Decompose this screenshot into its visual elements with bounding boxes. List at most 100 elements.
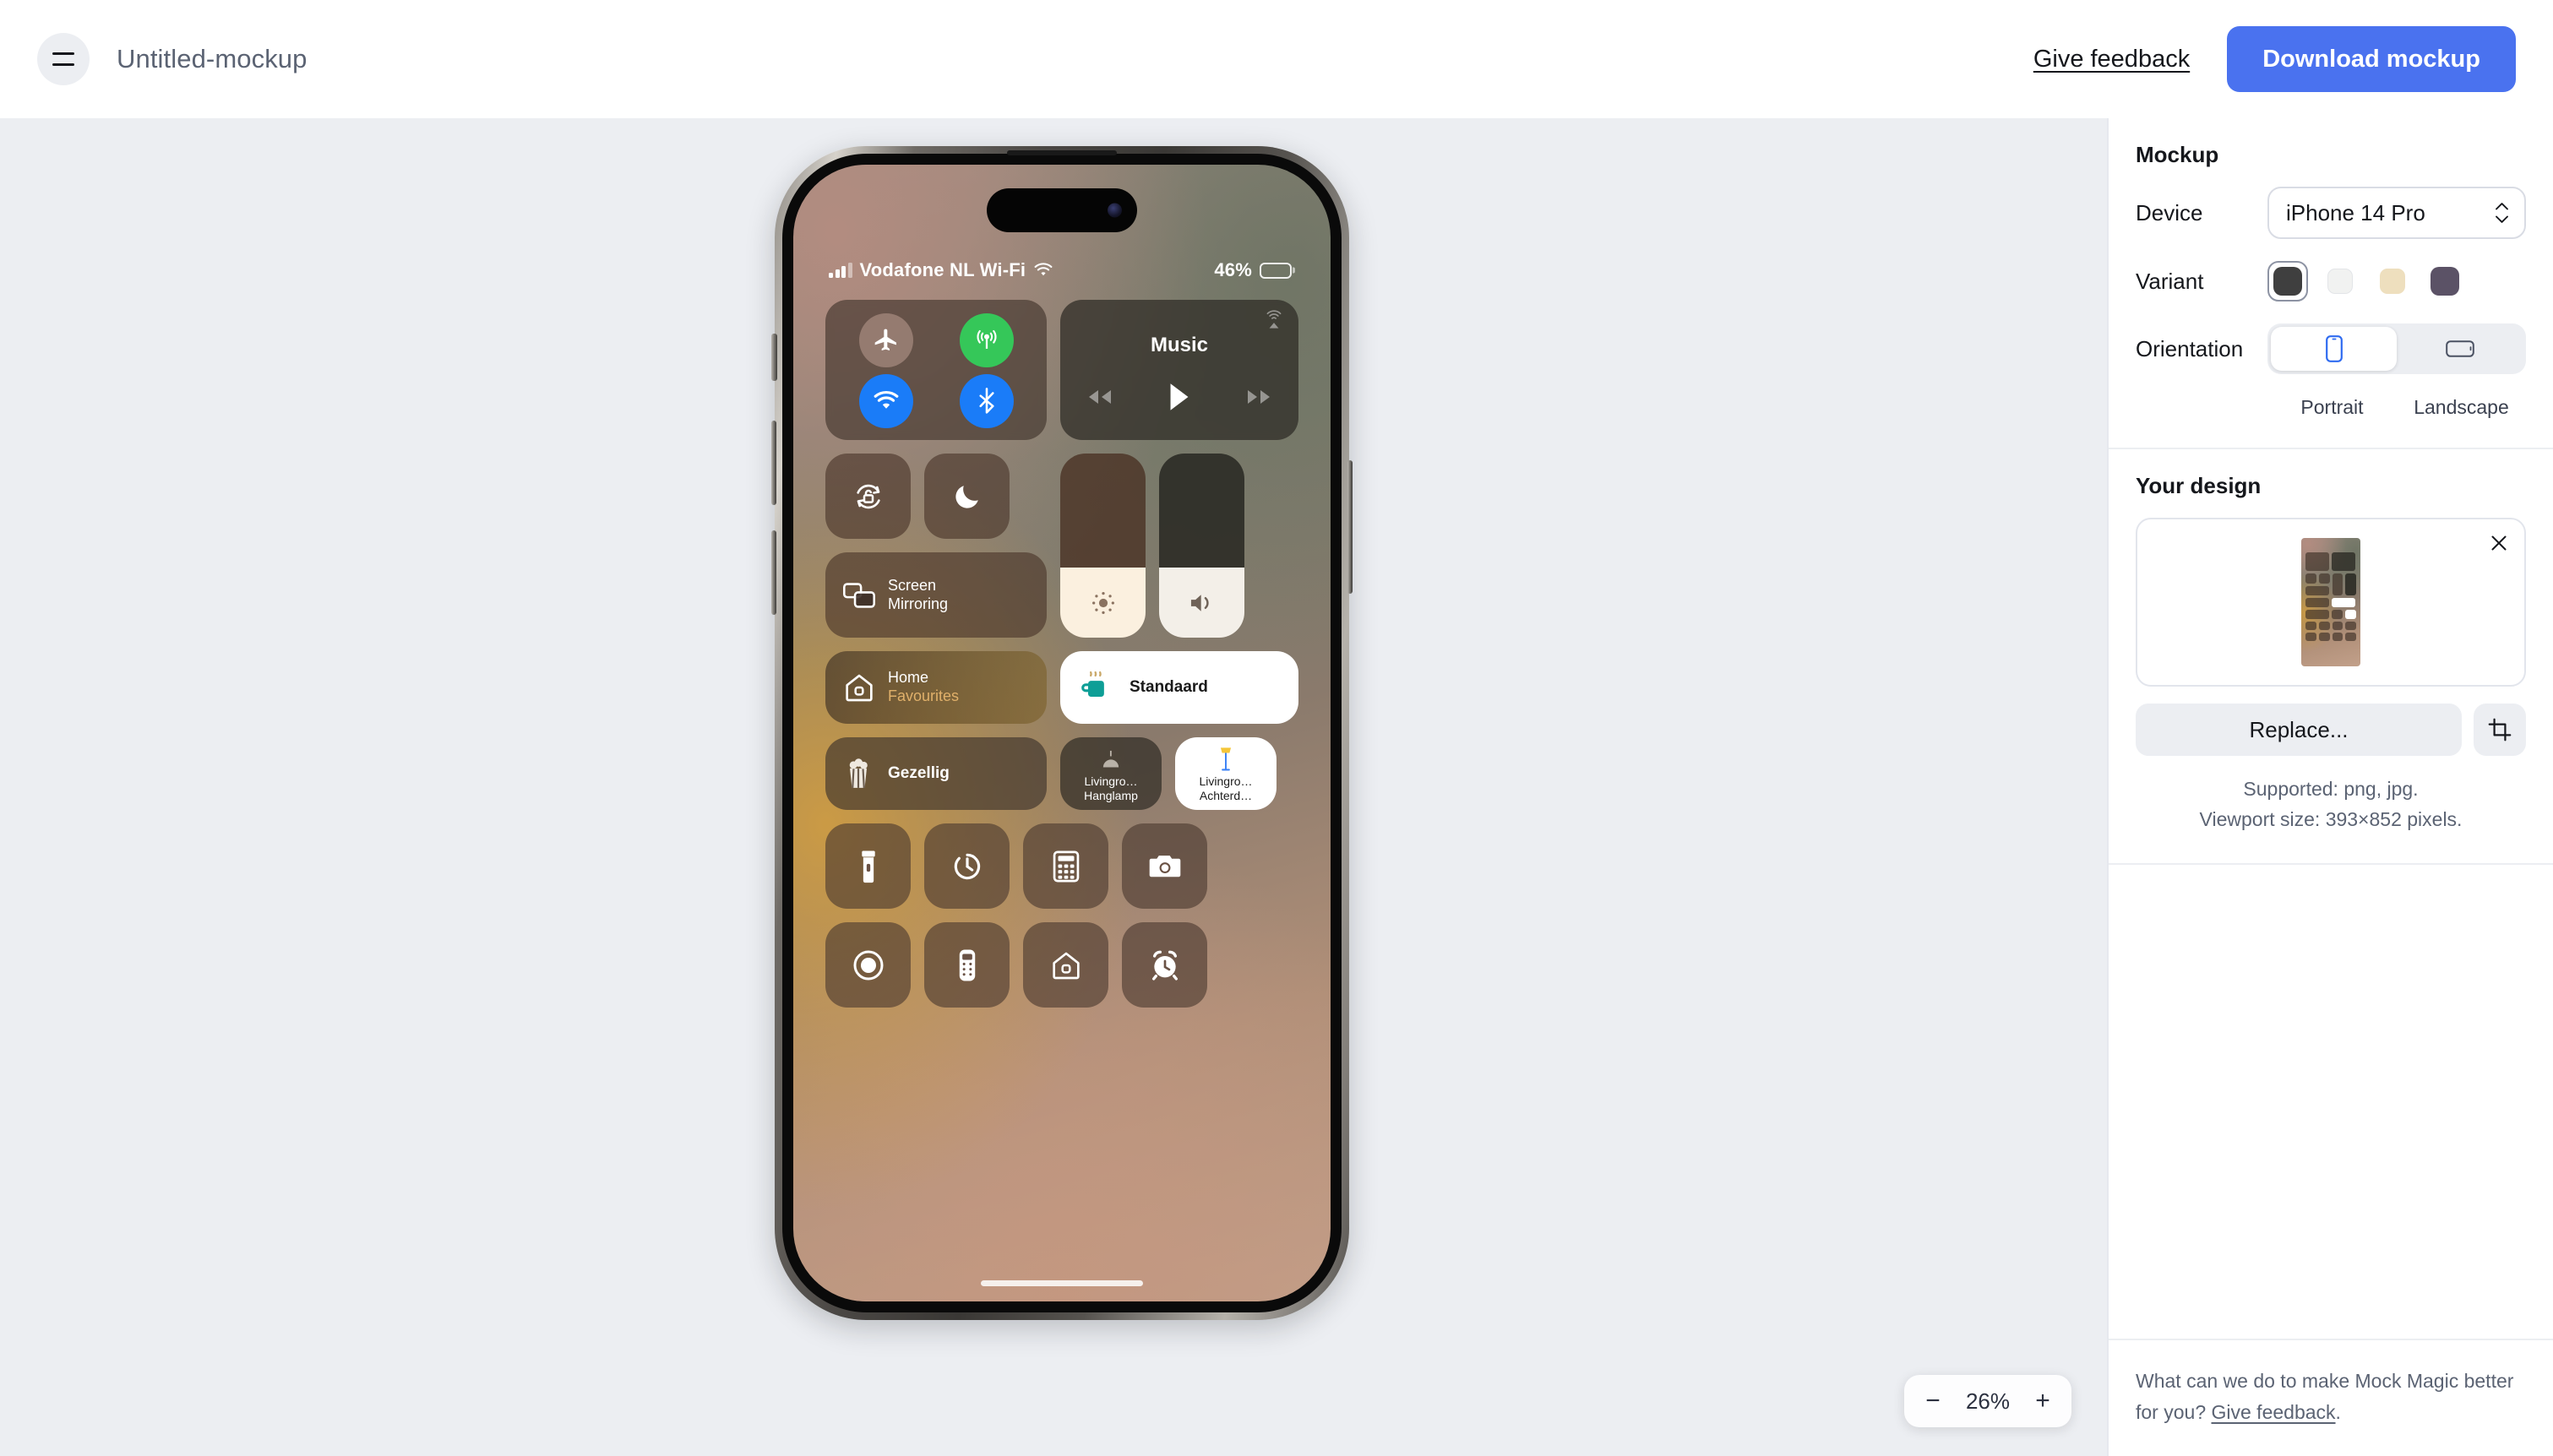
- battery-icon: [1260, 262, 1292, 279]
- hanglamp-line1: Livingro…: [1084, 774, 1138, 789]
- crop-icon: [2488, 718, 2512, 742]
- cellular-data-toggle[interactable]: [959, 313, 1014, 367]
- alarm-clock-icon: [1151, 950, 1178, 981]
- flashlight-button[interactable]: [825, 823, 911, 909]
- record-circle-icon: [852, 949, 884, 981]
- livingroom-hanglamp-tile[interactable]: Livingro… Hanglamp: [1060, 737, 1162, 810]
- device-field: Device iPhone 14 Pro: [2136, 187, 2526, 239]
- alarm-button[interactable]: [1122, 922, 1207, 1008]
- phone-mockup[interactable]: Vodafone NL Wi-Fi 46% Music Screen Mirro…: [771, 146, 1353, 1320]
- orientation-portrait-label: Portrait: [2300, 396, 2364, 418]
- design-preview-box[interactable]: [2136, 518, 2526, 687]
- footer-period: .: [2335, 1400, 2341, 1423]
- brightness-fill: [1060, 568, 1146, 638]
- fast-forward-icon[interactable]: [1246, 388, 1271, 406]
- zoom-out-button[interactable]: −: [1914, 1383, 1951, 1420]
- orientation-labels: Portrait Landscape: [2136, 396, 2526, 419]
- home-favourites-label: Home Favourites: [888, 669, 959, 705]
- hamburger-menu-button[interactable]: [37, 33, 90, 85]
- screen-mirroring-line2: Mirroring: [888, 595, 949, 612]
- music-widget[interactable]: Music: [1060, 300, 1298, 440]
- connectivity-module[interactable]: [825, 300, 1047, 440]
- orientation-landscape[interactable]: [2397, 327, 2523, 371]
- device-select[interactable]: iPhone 14 Pro: [2267, 187, 2526, 239]
- floor-lamp-icon: [1220, 747, 1232, 771]
- focus-toggle[interactable]: [924, 454, 1010, 539]
- airplane-mode-toggle[interactable]: [858, 313, 913, 367]
- bluetooth-toggle[interactable]: [959, 374, 1014, 428]
- camera-icon: [1149, 855, 1180, 877]
- calculator-button[interactable]: [1023, 823, 1108, 909]
- brightness-slider[interactable]: [1060, 454, 1146, 638]
- standaard-label: Standaard: [1130, 678, 1208, 696]
- phone-landscape-icon: [2445, 340, 2474, 357]
- download-mockup-button[interactable]: Download mockup: [2227, 26, 2516, 92]
- play-icon[interactable]: [1167, 383, 1192, 411]
- orientation-field: Orientation: [2136, 323, 2526, 374]
- mockup-panel: Mockup Device iPhone 14 Pro Variant Orie…: [2109, 118, 2553, 449]
- page-title: Untitled-mockup: [117, 44, 308, 73]
- airplay-icon[interactable]: [1263, 310, 1285, 332]
- rewind-icon[interactable]: [1087, 388, 1113, 406]
- coffee-mug-icon: [1081, 671, 1104, 697]
- screen-mirroring-line1: Screen: [888, 576, 937, 594]
- top-bar: Untitled-mockup Give feedback Download m…: [0, 0, 2553, 118]
- home-favourites-tile[interactable]: Home Favourites: [825, 651, 1047, 724]
- achterdeur-line1: Livingro…: [1199, 774, 1253, 789]
- volume-slider[interactable]: [1159, 454, 1244, 638]
- orientation-portrait[interactable]: [2271, 327, 2397, 371]
- earpiece-speaker: [1007, 150, 1117, 155]
- design-panel: Your design Replace... Supported: png, j…: [2109, 449, 2553, 866]
- cellular-antenna-icon: [976, 329, 997, 349]
- volume-track: [1159, 454, 1244, 568]
- remote-button[interactable]: [924, 922, 1010, 1008]
- music-controls: [1087, 383, 1271, 411]
- popcorn-icon: [849, 758, 868, 788]
- status-bar-right: 46%: [1214, 259, 1292, 281]
- body-row: Vodafone NL Wi-Fi 46% Music Screen Mirro…: [0, 118, 2553, 1456]
- livingroom-achterdeur-tile[interactable]: Livingro… Achterd…: [1175, 737, 1276, 810]
- variant-silver[interactable]: [2320, 261, 2360, 302]
- remove-design-button[interactable]: [2484, 528, 2514, 558]
- home-indicator: [981, 1280, 1143, 1286]
- design-panel-title: Your design: [2136, 473, 2262, 498]
- gezellig-scene[interactable]: Gezellig: [825, 737, 1047, 810]
- design-actions: Replace...: [2136, 704, 2526, 756]
- home-line1: Home: [888, 669, 929, 687]
- timer-button[interactable]: [924, 823, 1010, 909]
- apple-tv-remote-icon: [959, 949, 975, 981]
- mockup-canvas[interactable]: Vodafone NL Wi-Fi 46% Music Screen Mirro…: [0, 118, 2107, 1456]
- variant-deep-purple[interactable]: [2425, 261, 2465, 302]
- rotation-lock-toggle[interactable]: [825, 454, 911, 539]
- variant-gold[interactable]: [2372, 261, 2413, 302]
- status-bar-left: Vodafone NL Wi-Fi: [829, 259, 1053, 281]
- gezellig-label: Gezellig: [888, 764, 950, 782]
- zoom-in-button[interactable]: +: [2024, 1383, 2061, 1420]
- zoom-control: − 26% +: [1904, 1375, 2071, 1427]
- crop-design-button[interactable]: [2474, 704, 2526, 756]
- cellular-bars-icon: [829, 263, 852, 278]
- cc-quick-icons-row-2: [825, 922, 1298, 1008]
- give-feedback-link[interactable]: Give feedback: [2033, 46, 2190, 73]
- footer-feedback-link[interactable]: Give feedback: [2212, 1401, 2336, 1423]
- flashlight-icon: [861, 850, 875, 883]
- standaard-scene[interactable]: Standaard: [1060, 651, 1298, 724]
- wifi-toggle[interactable]: [858, 374, 913, 428]
- device-select-wrap: iPhone 14 Pro: [2267, 187, 2526, 239]
- cc-row-scenes: Gezellig Livingro… Hanglamp Livingro… Ac…: [825, 737, 1298, 810]
- replace-design-button[interactable]: Replace...: [2136, 704, 2462, 756]
- screen-record-button[interactable]: [825, 922, 911, 1008]
- pendant-lamp-icon: [1102, 751, 1119, 768]
- battery-percent-label: 46%: [1214, 259, 1252, 280]
- camera-button[interactable]: [1122, 823, 1207, 909]
- home-button[interactable]: [1023, 922, 1108, 1008]
- bluetooth-icon: [978, 388, 994, 414]
- home-icon: [1052, 952, 1080, 979]
- achterdeur-line2: Achterd…: [1199, 789, 1253, 803]
- design-hint: Supported: png, jpg. Viewport size: 393×…: [2136, 774, 2526, 834]
- screen-mirroring-button[interactable]: Screen Mirroring: [825, 552, 1047, 638]
- variant-space-black[interactable]: [2267, 261, 2308, 302]
- settings-sidebar: Mockup Device iPhone 14 Pro Variant Orie…: [2107, 118, 2553, 1456]
- variant-swatches: [2267, 261, 2465, 302]
